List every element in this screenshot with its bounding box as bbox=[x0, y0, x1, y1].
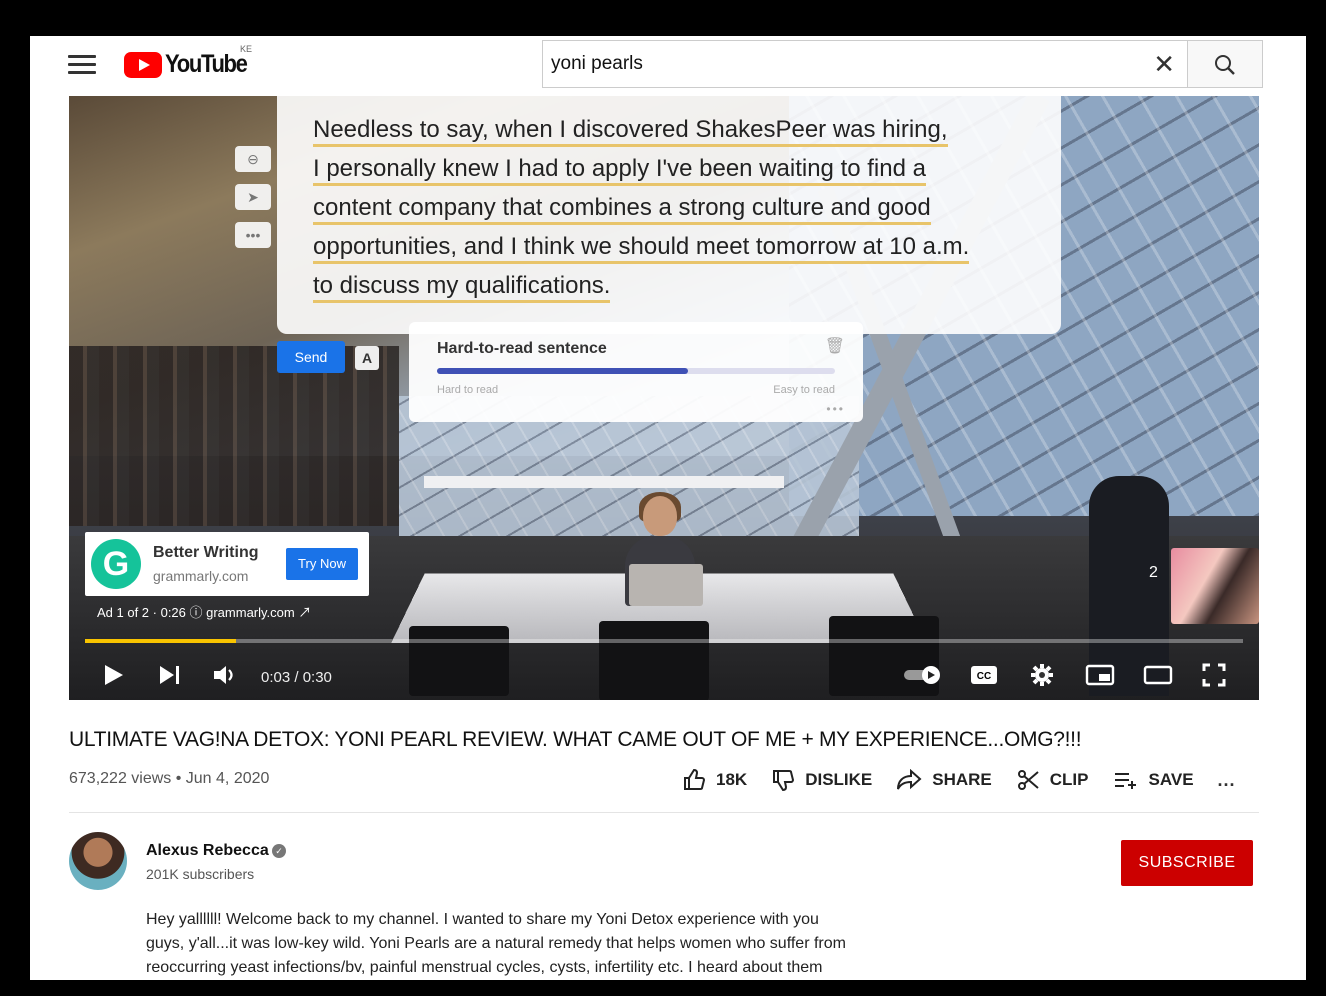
video-title: ULTIMATE VAG!NA DETOX: YONI PEARL REVIEW… bbox=[69, 728, 1082, 751]
like-count: 18K bbox=[716, 770, 748, 789]
play-icon[interactable] bbox=[99, 657, 129, 693]
text-line: Needless to say, when I discovered Shake… bbox=[313, 116, 948, 147]
save-playlist-icon bbox=[1113, 770, 1139, 790]
share-icon bbox=[896, 769, 922, 791]
subscribe-button[interactable]: SUBSCRIBE bbox=[1121, 840, 1253, 886]
verified-icon: ✓ bbox=[272, 844, 286, 858]
volume-icon[interactable] bbox=[211, 657, 241, 693]
youtube-logo[interactable]: YouTube bbox=[124, 50, 258, 79]
subscriber-count: 201K subscribers bbox=[146, 866, 255, 882]
ad-try-now-button[interactable]: Try Now bbox=[286, 548, 358, 580]
grammarly-send-button: Send bbox=[277, 341, 345, 373]
clip-label: CLIP bbox=[1049, 770, 1089, 789]
clip-button[interactable]: CLIP bbox=[1016, 768, 1089, 792]
player-controls: 0:03 / 0:30 CC bbox=[69, 651, 1259, 699]
description-line: guys, y'all...it was low-key wild. Yoni … bbox=[146, 935, 846, 952]
grammarly-side-tools: ⊖ ➤ ••• bbox=[235, 146, 271, 260]
video-scene-desk-lamp bbox=[424, 476, 784, 488]
dislike-label: DISLIKE bbox=[805, 770, 873, 789]
grammarly-text-body: Needless to say, when I discovered Shake… bbox=[313, 110, 1053, 305]
logo-text: YouTube bbox=[165, 50, 248, 78]
ad-info[interactable]: Ad 1 of 2 · 0:26 ⓘ grammarly.com ↗ bbox=[97, 602, 311, 621]
readability-meter bbox=[437, 368, 835, 374]
meter-left-label: Hard to read bbox=[437, 384, 499, 396]
text-line: opportunities, and I think we should mee… bbox=[313, 233, 970, 264]
save-button[interactable]: SAVE bbox=[1113, 770, 1194, 790]
channel-name[interactable]: Alexus Rebecca bbox=[146, 842, 269, 860]
clear-search-icon[interactable]: ✕ bbox=[1153, 51, 1175, 77]
next-ad-count: 2 bbox=[1149, 564, 1158, 581]
progress-bar[interactable] bbox=[85, 639, 1243, 643]
theater-mode-icon[interactable] bbox=[1141, 657, 1175, 693]
time-display: 0:03 / 0:30 bbox=[261, 669, 332, 686]
next-video-thumbnail[interactable] bbox=[1171, 548, 1259, 624]
captions-icon[interactable]: CC bbox=[969, 657, 999, 693]
more-actions-icon[interactable]: ... bbox=[1218, 770, 1236, 791]
link-icon: ⊖ bbox=[235, 146, 271, 172]
grammarly-logo: G bbox=[91, 539, 141, 589]
format-text-icon: A bbox=[355, 346, 379, 370]
video-scene-laptop bbox=[629, 564, 703, 606]
youtube-play-icon bbox=[124, 51, 162, 78]
search-input[interactable] bbox=[551, 51, 1141, 77]
video-player[interactable]: Needless to say, when I discovered Shake… bbox=[69, 96, 1259, 700]
share-label: SHARE bbox=[932, 770, 992, 789]
view-count-date: 673,222 views • Jun 4, 2020 bbox=[69, 770, 270, 787]
ad-card[interactable]: G Better Writing grammarly.com Try Now bbox=[85, 532, 369, 596]
send-arrow-icon: ➤ bbox=[235, 184, 271, 210]
settings-icon[interactable] bbox=[1027, 657, 1057, 693]
ad-title: Better Writing bbox=[153, 544, 259, 561]
description-line: reoccurring yeast infections/bv, painful… bbox=[146, 959, 823, 976]
dislike-button[interactable]: DISLIKE bbox=[771, 768, 872, 792]
like-button[interactable]: 18K bbox=[682, 768, 747, 792]
text-line: I personally knew I had to apply I've be… bbox=[313, 155, 926, 186]
thumbs-up-icon bbox=[682, 768, 706, 792]
video-scene-bookshelves bbox=[69, 346, 399, 526]
description-line: Hey yallllll! Welcome back to my channel… bbox=[146, 911, 819, 928]
progress-bar-fill bbox=[85, 639, 236, 643]
video-description[interactable]: Hey yallllll! Welcome back to my channel… bbox=[146, 908, 906, 980]
divider bbox=[69, 812, 1259, 813]
text-line: to discuss my qualifications. bbox=[313, 272, 611, 303]
menu-icon[interactable] bbox=[68, 52, 96, 76]
save-label: SAVE bbox=[1148, 770, 1194, 789]
grammarly-text-card: Needless to say, when I discovered Shake… bbox=[277, 96, 1061, 334]
video-actions: 18K DISLIKE SHARE CLIP SAVE ... bbox=[682, 768, 1236, 792]
scissors-icon bbox=[1016, 768, 1040, 792]
screen: YouTube KE ✕ Needless to sa bbox=[30, 36, 1306, 980]
text-line: content company that combines a strong c… bbox=[313, 194, 931, 225]
thumbs-down-icon bbox=[771, 768, 795, 792]
suggestion-title: Hard-to-read sentence bbox=[437, 340, 607, 357]
search-icon bbox=[1215, 55, 1235, 75]
miniplayer-icon[interactable] bbox=[1083, 657, 1117, 693]
autoplay-toggle-icon[interactable] bbox=[901, 657, 945, 693]
share-button[interactable]: SHARE bbox=[896, 769, 992, 791]
next-icon[interactable] bbox=[155, 657, 185, 693]
more-icon: ••• bbox=[826, 402, 845, 416]
svg-text:CC: CC bbox=[977, 671, 991, 682]
ad-domain: grammarly.com bbox=[153, 568, 249, 584]
readability-meter-fill bbox=[437, 368, 688, 374]
masthead: YouTube KE ✕ bbox=[30, 36, 1306, 94]
more-icon: ••• bbox=[235, 222, 271, 248]
search-box: ✕ bbox=[542, 40, 1187, 88]
search-button[interactable] bbox=[1187, 40, 1263, 88]
grammarly-suggestion-card: Hard-to-read sentence 🗑 Hard to read Eas… bbox=[409, 322, 863, 422]
meter-right-label: Easy to read bbox=[773, 384, 835, 396]
channel-avatar[interactable] bbox=[69, 832, 127, 890]
country-code: KE bbox=[240, 44, 253, 54]
trash-icon: 🗑 bbox=[824, 338, 845, 355]
fullscreen-icon[interactable] bbox=[1199, 657, 1229, 693]
